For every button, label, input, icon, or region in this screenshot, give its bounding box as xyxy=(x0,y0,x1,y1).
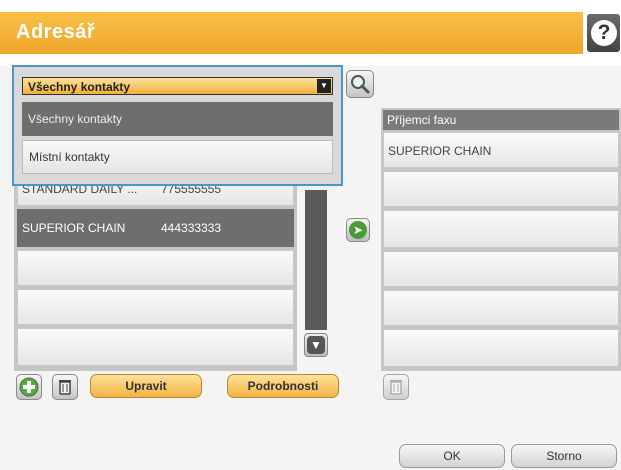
arrow-right-icon: ➤ xyxy=(349,221,367,239)
title-bar: Adresář ? xyxy=(0,0,621,66)
edit-button[interactable]: Upravit xyxy=(90,374,202,398)
help-button[interactable]: ? xyxy=(587,14,620,52)
contact-filter-dropdown: Všechny kontakty ▼ Všechny kontakty Míst… xyxy=(12,65,343,186)
recipient-name: SUPERIOR CHAIN xyxy=(388,144,492,158)
scrollbar-track[interactable] xyxy=(305,190,327,330)
dropdown-option-local[interactable]: Místní kontakty xyxy=(22,140,333,174)
delete-contact-button[interactable] xyxy=(52,374,78,400)
option-label: Místní kontakty xyxy=(29,150,110,164)
contact-row[interactable]: SUPERIOR CHAIN 444333333 xyxy=(17,209,294,247)
trash-icon xyxy=(59,380,71,395)
recipient-row-empty[interactable] xyxy=(383,210,619,248)
search-icon xyxy=(351,75,370,94)
contact-row-empty[interactable] xyxy=(17,289,294,325)
details-button[interactable]: Podrobnosti xyxy=(227,374,339,398)
delete-recipient-button[interactable] xyxy=(383,374,409,400)
option-label: Všechny kontakty xyxy=(28,112,123,126)
recipient-row-empty[interactable] xyxy=(383,329,619,367)
contact-number: 444333333 xyxy=(161,221,222,235)
scroll-down-button[interactable]: ▼ xyxy=(304,333,328,357)
chevron-down-icon: ▼ xyxy=(307,336,325,354)
recipient-row-empty[interactable] xyxy=(383,251,619,287)
dropdown-option-all[interactable]: Všechny kontakty xyxy=(22,102,333,136)
add-recipient-button[interactable]: ➤ xyxy=(346,218,370,242)
contact-row-empty[interactable] xyxy=(17,250,294,286)
cancel-button[interactable]: Storno xyxy=(511,444,617,468)
ok-button[interactable]: OK xyxy=(399,444,505,468)
page-title: Adresář xyxy=(16,21,96,43)
selected-filter-label: Všechny kontakty xyxy=(28,80,131,94)
contact-name: SUPERIOR CHAIN xyxy=(22,221,126,235)
help-icon: ? xyxy=(591,20,617,46)
search-button[interactable] xyxy=(346,70,374,98)
trash-icon xyxy=(390,380,402,395)
recipient-row[interactable]: SUPERIOR CHAIN xyxy=(383,132,619,168)
contact-row-empty[interactable] xyxy=(17,328,294,366)
contact-filter-select[interactable]: Všechny kontakty ▼ xyxy=(22,77,333,95)
fax-recipients-header: Příjemci faxu xyxy=(383,110,619,130)
fax-recipients-title: Příjemci faxu xyxy=(387,113,457,127)
chevron-down-icon: ▼ xyxy=(317,79,331,93)
recipient-row-empty[interactable] xyxy=(383,171,619,207)
plus-icon xyxy=(19,377,39,397)
add-contact-button[interactable] xyxy=(16,374,42,400)
recipient-row-empty[interactable] xyxy=(383,290,619,326)
